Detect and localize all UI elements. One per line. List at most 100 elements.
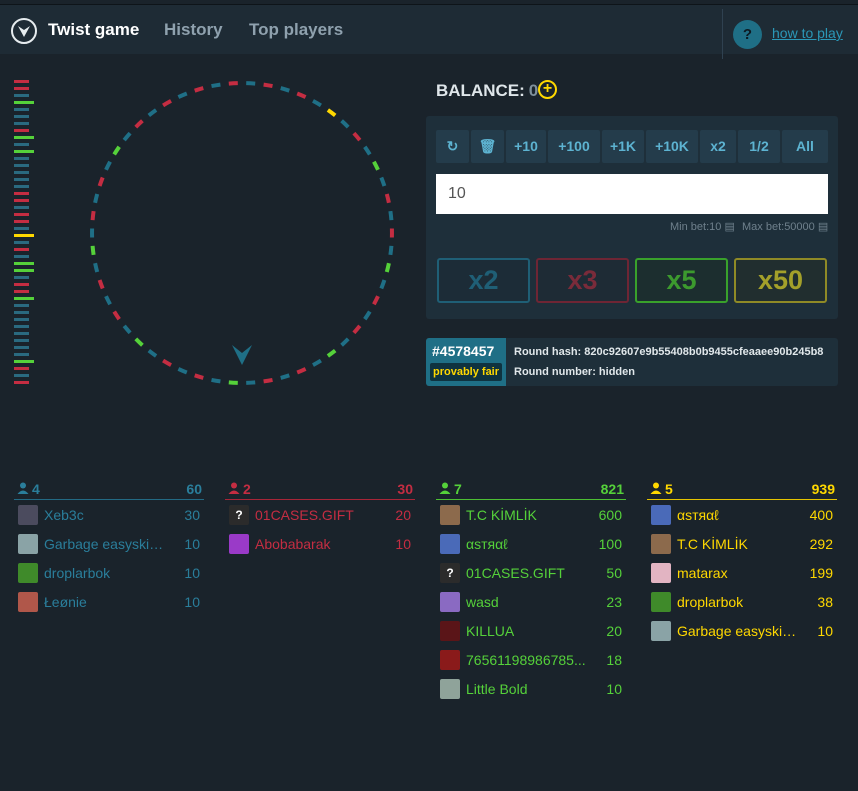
nav-history[interactable]: History	[164, 20, 223, 40]
history-bar	[14, 276, 29, 279]
player-bet-amount: 199	[809, 565, 833, 581]
player-name: Łeønie	[44, 594, 87, 610]
player-row[interactable]: KILLUA 20	[436, 616, 626, 645]
wheel-segment	[326, 349, 337, 358]
player-name: Abobabarak	[255, 536, 331, 552]
wheel-segment	[379, 279, 387, 290]
player-row[interactable]: 76561198986785... 18	[436, 645, 626, 674]
history-bar	[14, 269, 34, 272]
add-10k-button[interactable]: +10K	[646, 130, 698, 163]
history-bar	[14, 374, 29, 377]
bet-x50-button[interactable]: x50	[734, 258, 827, 303]
player-bet-amount: 292	[809, 536, 833, 552]
history-bar	[14, 157, 29, 160]
player-avatar-icon	[440, 534, 460, 554]
player-name: Garbage easyskins ...	[677, 623, 801, 639]
double-bet-button[interactable]: x2	[700, 130, 736, 163]
player-bet-amount: 400	[809, 507, 833, 523]
player-bet-amount: 30	[184, 507, 200, 523]
players-icon	[17, 482, 29, 494]
wheel-segment	[90, 210, 96, 221]
wheel-segment	[194, 373, 204, 380]
wheel-segment	[363, 145, 372, 156]
history-bar	[14, 192, 29, 195]
wheel-segment	[246, 380, 256, 385]
history-bar	[14, 381, 29, 384]
wheel-segment	[352, 131, 362, 142]
player-row[interactable]: matarax 199	[647, 558, 837, 587]
reset-bet-icon[interactable]: ↻	[436, 130, 469, 163]
nav-twist-game[interactable]: Twist game	[48, 20, 139, 40]
column-header: 7 821	[436, 480, 626, 500]
bet-x3-button[interactable]: x3	[536, 258, 629, 303]
player-row[interactable]: Garbage easyskins ... 10	[14, 529, 204, 558]
player-row[interactable]: droplarbok 10	[14, 558, 204, 587]
player-row[interactable]: ? 01CASES.GIFT 20	[225, 500, 415, 529]
player-row[interactable]: Little Bold 10	[436, 674, 626, 703]
bet-x2-button[interactable]: x2	[437, 258, 530, 303]
player-row[interactable]: Garbage easyskins ... 10	[647, 616, 837, 645]
bet-x5-button[interactable]: x5	[635, 258, 728, 303]
player-row[interactable]: Xeb3c 30	[14, 500, 204, 529]
add-balance-icon[interactable]: +	[538, 80, 557, 99]
half-bet-button[interactable]: 1/2	[738, 130, 780, 163]
history-bar	[14, 122, 29, 125]
player-row[interactable]: ? 01CASES.GIFT 50	[436, 558, 626, 587]
history-bar	[14, 206, 29, 209]
min-bet-label: Min bet:	[670, 221, 710, 233]
player-avatar-icon	[651, 563, 671, 583]
column-header: 5 939	[647, 480, 837, 500]
nav-top-players[interactable]: Top players	[249, 20, 343, 40]
history-bar	[14, 332, 29, 335]
history-bar	[14, 213, 29, 216]
player-row[interactable]: T.C KİMLİK 292	[647, 529, 837, 558]
column-total: 821	[600, 481, 624, 497]
round-id: #4578457	[432, 343, 495, 359]
provably-fair-badge[interactable]: provably fair	[430, 363, 503, 381]
player-row[interactable]: wasd 23	[436, 587, 626, 616]
add-10-button[interactable]: +10	[506, 130, 546, 163]
bet-amount-input[interactable]	[436, 174, 828, 214]
wheel-segment	[211, 377, 221, 384]
all-in-button[interactable]: All	[782, 130, 828, 163]
round-hash: Round hash: 820c92607e9b55408b0b9455cfea…	[514, 346, 824, 358]
clear-bet-icon[interactable]: 🗑	[471, 130, 504, 163]
player-avatar-icon	[440, 592, 460, 612]
player-row[interactable]: αѕтяαℓ 100	[436, 529, 626, 558]
help-icon[interactable]: ?	[733, 20, 762, 49]
player-row[interactable]: Abobabarak 10	[225, 529, 415, 558]
player-bet-amount: 600	[598, 507, 622, 523]
player-bet-amount: 20	[606, 623, 622, 639]
players-icon	[439, 482, 451, 494]
player-bet-amount: 23	[606, 594, 622, 610]
player-row[interactable]: Łeønie 10	[14, 587, 204, 616]
divider	[722, 9, 723, 59]
player-avatar-icon	[18, 505, 38, 525]
wheel-segment	[280, 86, 290, 93]
player-row[interactable]: T.C KİMLİK 600	[436, 500, 626, 529]
wheel-segment	[363, 310, 372, 321]
wheel-segment	[177, 367, 188, 375]
wheel-segment	[122, 131, 132, 142]
add-1k-button[interactable]: +1K	[602, 130, 644, 163]
player-bet-amount: 100	[598, 536, 622, 552]
wheel-segment	[340, 119, 350, 129]
wheel-segment	[104, 160, 112, 171]
add-100-button[interactable]: +100	[548, 130, 600, 163]
twist-logo-icon[interactable]	[11, 18, 37, 44]
player-avatar-icon	[18, 592, 38, 612]
history-bar	[14, 339, 29, 342]
history-bar	[14, 297, 34, 300]
history-bar	[14, 311, 29, 314]
history-bar	[14, 248, 29, 251]
player-bet-amount: 10	[817, 623, 833, 639]
wheel-segment	[147, 349, 158, 358]
balance: BALANCE: 0	[436, 81, 538, 101]
wheel-segment	[388, 245, 394, 256]
player-row[interactable]: droplarbok 38	[647, 587, 837, 616]
how-to-play-link[interactable]: how to play	[772, 25, 843, 41]
round-info: #4578457 provably fair Round hash: 820c9…	[426, 338, 838, 386]
player-row[interactable]: αѕтяαℓ 400	[647, 500, 837, 529]
player-name: αѕтяαℓ	[466, 536, 508, 552]
player-bet-amount: 10	[184, 565, 200, 581]
